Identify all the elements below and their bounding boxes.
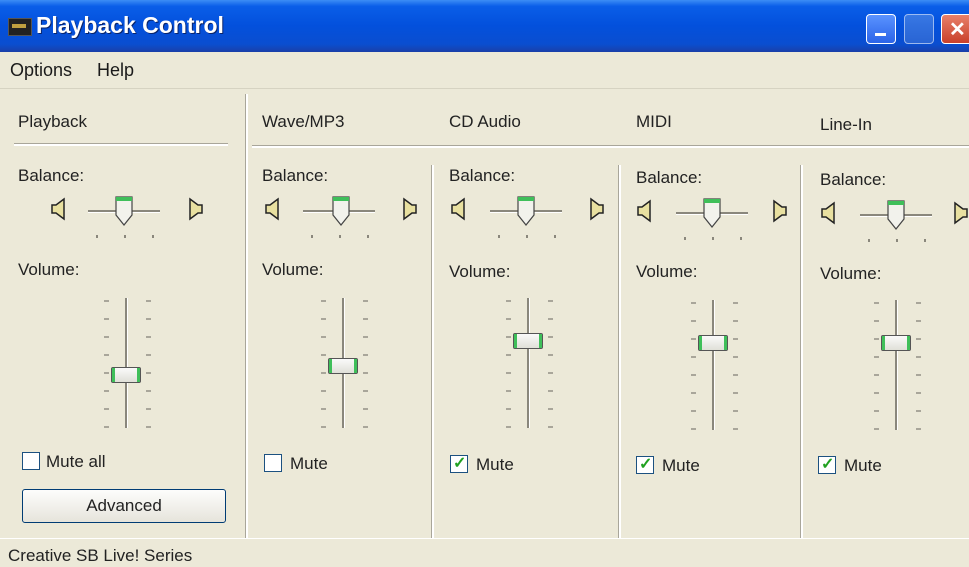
speaker-left-icon (637, 199, 651, 223)
mute-box[interactable] (264, 454, 282, 472)
speaker-left-icon (821, 201, 835, 225)
balance-label: Balance: (449, 166, 516, 185)
menu-bar: Options Help (0, 52, 969, 89)
speaker-left-icon (51, 197, 65, 221)
speaker-right-icon (773, 199, 787, 223)
balance-thumb[interactable] (115, 196, 133, 226)
check-icon: ✓ (639, 456, 653, 473)
window-title: Playback Control (36, 12, 224, 38)
speaker-right-icon (403, 197, 417, 221)
speaker-left-icon (451, 197, 465, 221)
volume-track (712, 300, 715, 430)
volume-label: Volume: (636, 262, 698, 281)
volume-thumb[interactable] (698, 335, 728, 351)
volume-thumb[interactable] (328, 358, 358, 374)
column-divider (618, 165, 621, 538)
check-icon: ✓ (821, 456, 835, 473)
speaker-left-icon (265, 197, 279, 221)
app-icon[interactable] (8, 18, 32, 36)
menu-help[interactable]: Help (97, 60, 134, 81)
balance-thumb[interactable] (703, 198, 721, 228)
channels-header-divider (252, 145, 969, 148)
speaker-right-icon (954, 201, 968, 225)
close-button[interactable] (941, 14, 969, 44)
title-bar[interactable]: Playback Control (0, 0, 969, 52)
volume-track (895, 300, 898, 430)
advanced-button[interactable]: Advanced (22, 489, 226, 523)
column-divider (431, 165, 434, 538)
master-balance-label: Balance: (18, 166, 85, 185)
balance-label: Balance: (820, 170, 887, 189)
mute-label: Mute (290, 454, 328, 473)
mute-box[interactable]: ✓ (818, 456, 836, 474)
master-header-divider (14, 143, 228, 146)
column-divider (800, 165, 803, 538)
channel-title: Line-In (820, 115, 872, 134)
balance-thumb[interactable] (517, 196, 535, 226)
channel-title: MIDI (636, 112, 672, 131)
channel-title: Wave/MP3 (262, 112, 345, 131)
menu-options[interactable]: Options (10, 60, 72, 81)
volume-track (527, 298, 530, 428)
volume-label: Volume: (820, 264, 882, 283)
maximize-button (904, 14, 934, 44)
speaker-right-icon (189, 197, 203, 221)
mute-all-box[interactable] (22, 452, 40, 470)
volume-label: Volume: (449, 262, 511, 281)
volume-thumb[interactable] (881, 335, 911, 351)
mute-label: Mute (476, 455, 514, 474)
balance-thumb[interactable] (887, 200, 905, 230)
status-bar: Creative SB Live! Series (0, 538, 969, 567)
balance-label: Balance: (636, 168, 703, 187)
master-volume-label: Volume: (18, 260, 80, 279)
speaker-right-icon (590, 197, 604, 221)
minimize-button[interactable] (866, 14, 896, 44)
mute-box[interactable]: ✓ (450, 455, 468, 473)
balance-thumb[interactable] (332, 196, 350, 226)
volume-thumb[interactable] (111, 367, 141, 383)
balance-label: Balance: (262, 166, 329, 185)
mute-label: Mute (844, 456, 882, 475)
volume-label: Volume: (262, 260, 324, 279)
master-title: Playback (18, 112, 87, 131)
volume-thumb[interactable] (513, 333, 543, 349)
playback-control-window: Playback Control Options Help Playback B… (0, 0, 969, 567)
panel-divider (245, 94, 248, 538)
channel-title: CD Audio (449, 112, 521, 131)
mute-box[interactable]: ✓ (636, 456, 654, 474)
mute-all-label: Mute all (46, 452, 106, 471)
volume-track (125, 298, 128, 428)
status-text: Creative SB Live! Series (8, 546, 193, 565)
check-icon: ✓ (453, 455, 467, 472)
mute-label: Mute (662, 456, 700, 475)
